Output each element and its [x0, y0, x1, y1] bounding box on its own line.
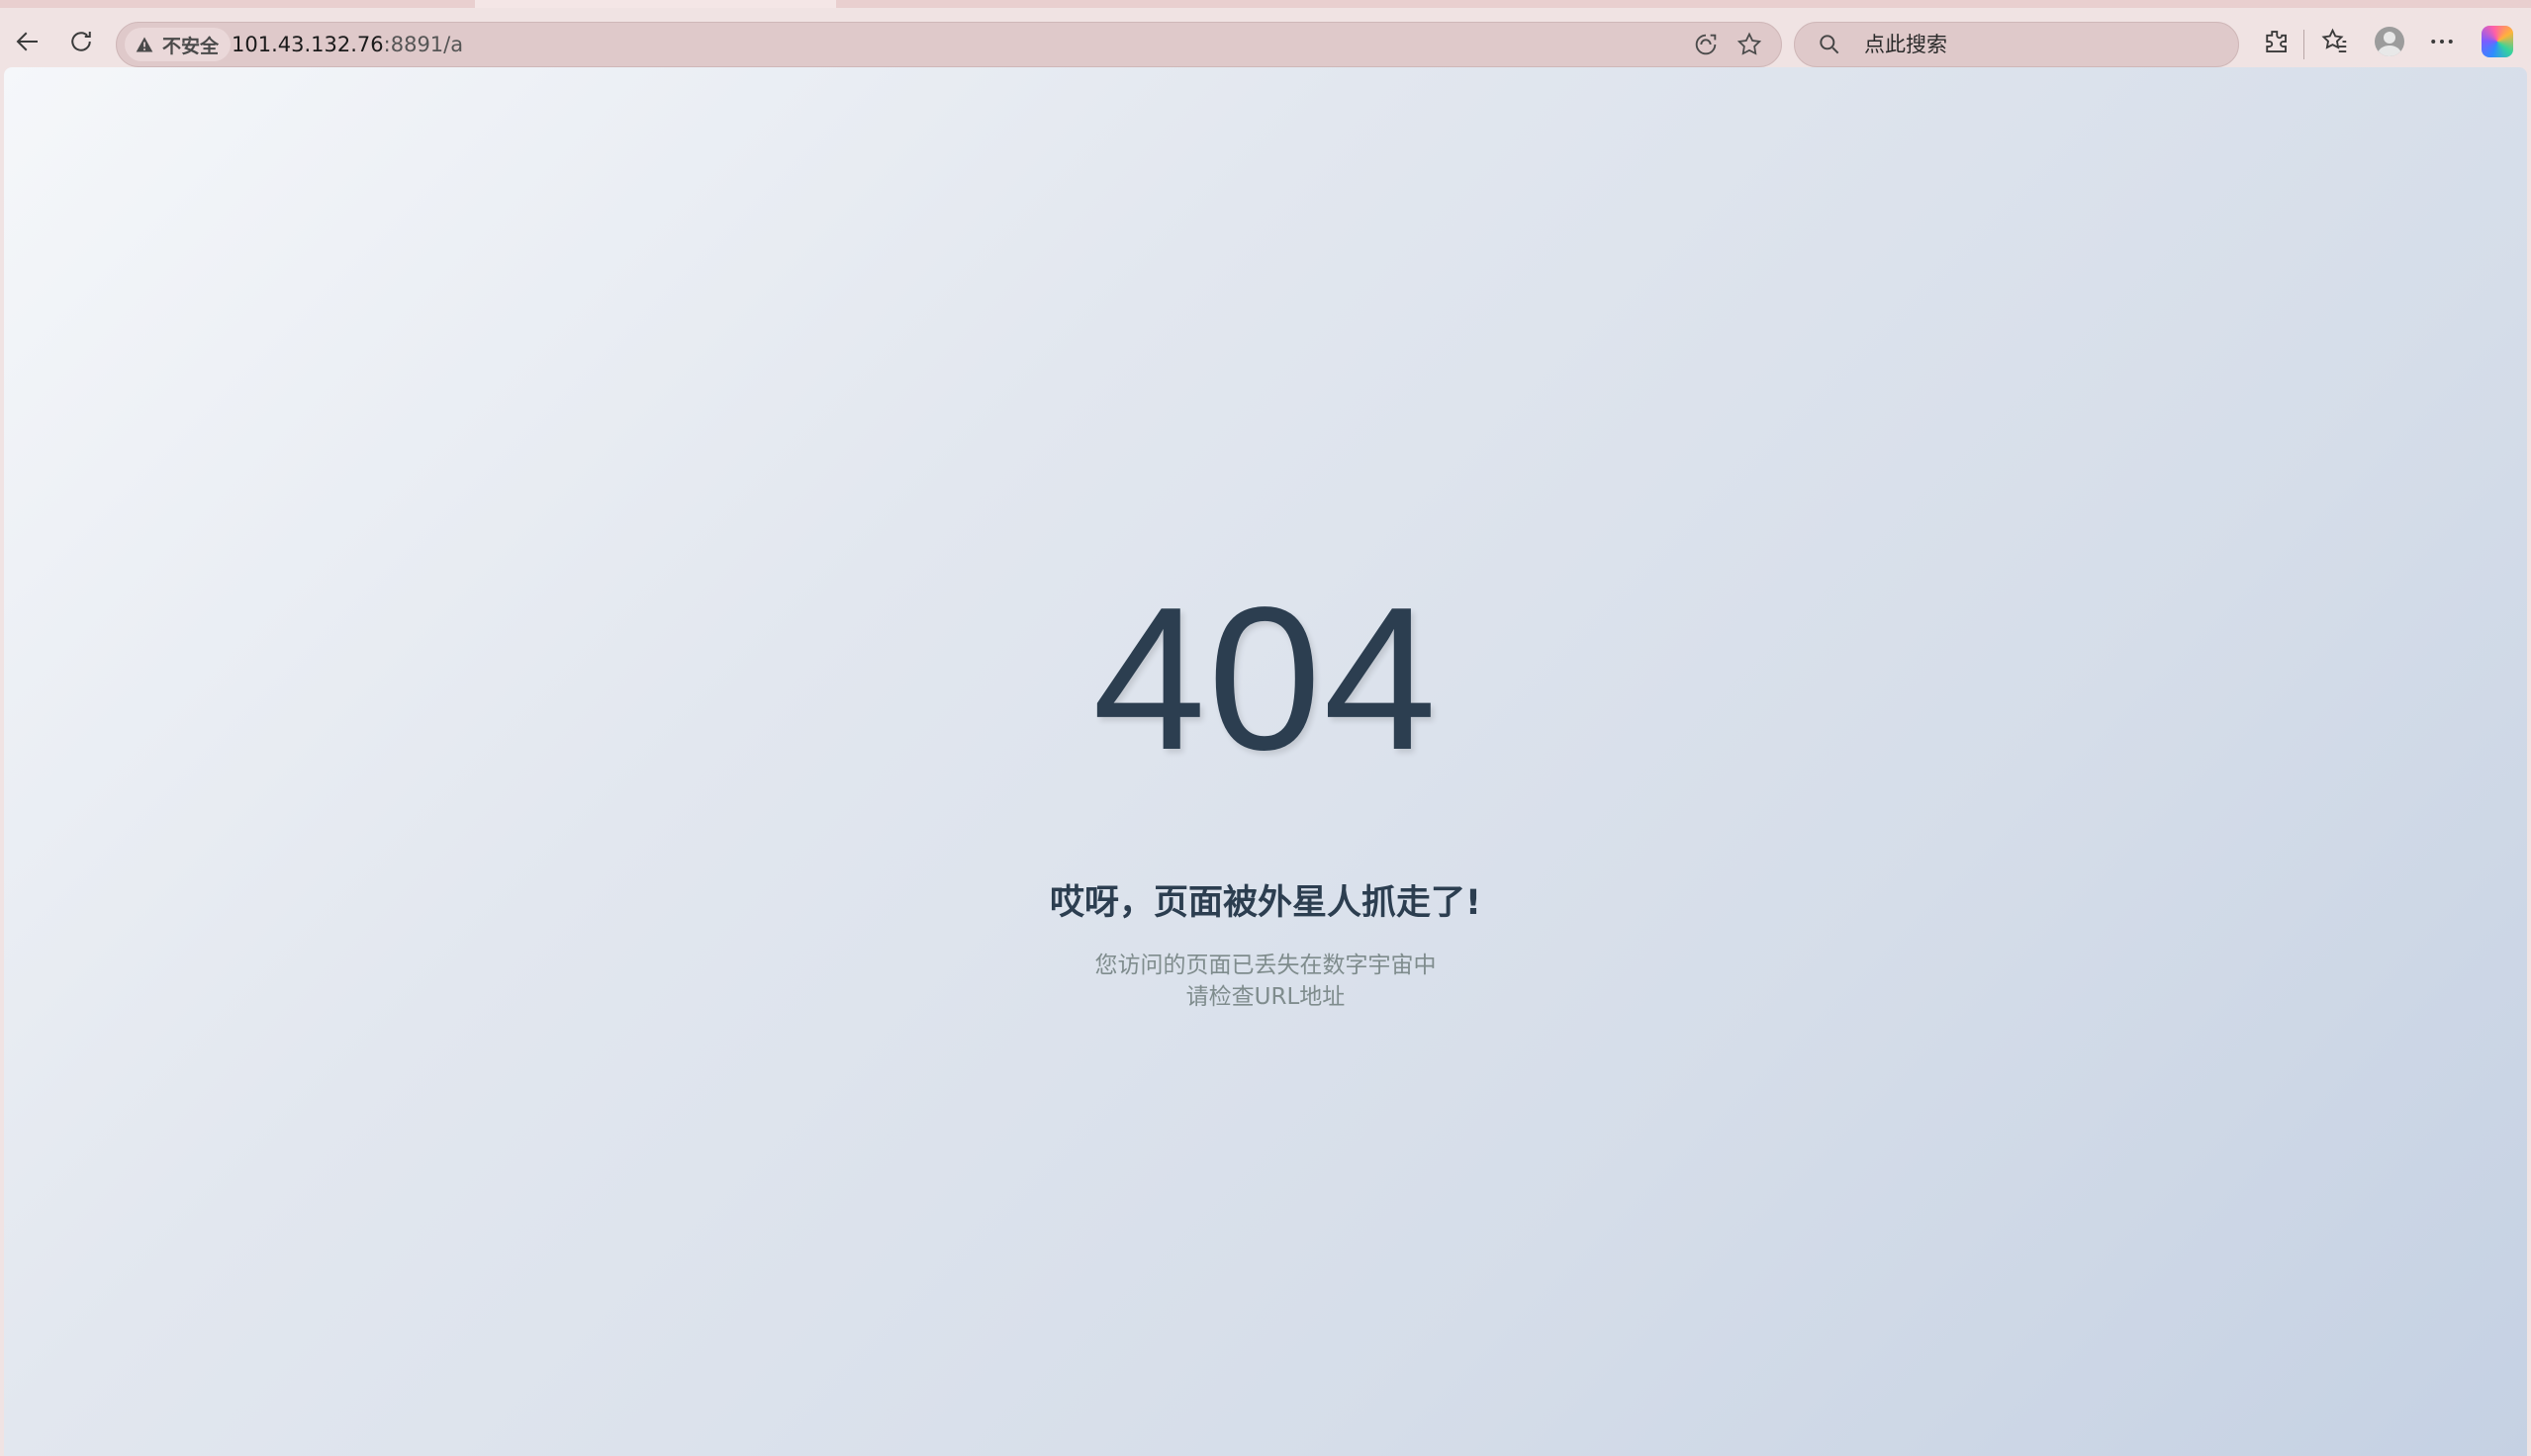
page-viewport: 404 哎呀，页面被外星人抓走了! 您访问的页面已丢失在数字宇宙中 请检查URL… — [4, 67, 2527, 1456]
copilot-icon — [2482, 26, 2513, 57]
copilot-button[interactable] — [2476, 20, 2519, 63]
more-menu-button[interactable] — [2420, 20, 2464, 63]
back-arrow-icon — [16, 32, 38, 51]
back-button[interactable] — [6, 20, 49, 63]
error-description: 您访问的页面已丢失在数字宇宙中 请检查URL地址 — [4, 950, 2527, 1013]
profile-button[interactable] — [2368, 20, 2411, 63]
refresh-icon — [71, 32, 91, 51]
extensions-icon — [2266, 31, 2287, 52]
error-title: 哎呀，页面被外星人抓走了! — [1050, 883, 1481, 923]
tab-strip-segment — [475, 0, 836, 8]
star-icon — [1736, 32, 1762, 55]
extensions-button[interactable] — [2254, 20, 2297, 63]
favorite-star-button[interactable] — [1734, 29, 1765, 60]
url-text[interactable]: 101.43.132.76:8891/a — [232, 23, 463, 66]
search-box[interactable]: 点此搜索 — [1794, 22, 2239, 67]
favorites-icon — [2321, 28, 2347, 52]
error-code: 404 — [1092, 565, 1439, 792]
profile-icon — [2375, 27, 2404, 56]
error-description-line-1: 您访问的页面已丢失在数字宇宙中 — [1094, 953, 1437, 978]
warning-icon — [136, 37, 153, 52]
toolbar-divider — [2303, 30, 2304, 59]
search-placeholder: 点此搜索 — [1864, 33, 1947, 56]
site-security-chip[interactable]: 不安全 — [125, 28, 232, 61]
tab-strip — [0, 0, 2531, 8]
url-path: :8891/a — [383, 33, 464, 56]
error-description-line-2: 请检查URL地址 — [1185, 984, 1346, 1010]
address-bar[interactable]: 不安全 101.43.132.76:8891/a — [116, 22, 1782, 67]
read-aloud-button[interactable] — [1690, 29, 1722, 60]
url-host: 101.43.132.76 — [232, 33, 384, 56]
favorites-button[interactable] — [2313, 20, 2357, 63]
refresh-button[interactable] — [59, 20, 103, 63]
security-label: 不安全 — [162, 35, 220, 57]
read-aloud-icon — [1695, 34, 1717, 55]
more-icon — [2431, 40, 2453, 44]
search-icon — [1820, 35, 1839, 54]
browser-toolbar: 不安全 101.43.132.76:8891/a 点此搜索 — [0, 8, 2531, 67]
